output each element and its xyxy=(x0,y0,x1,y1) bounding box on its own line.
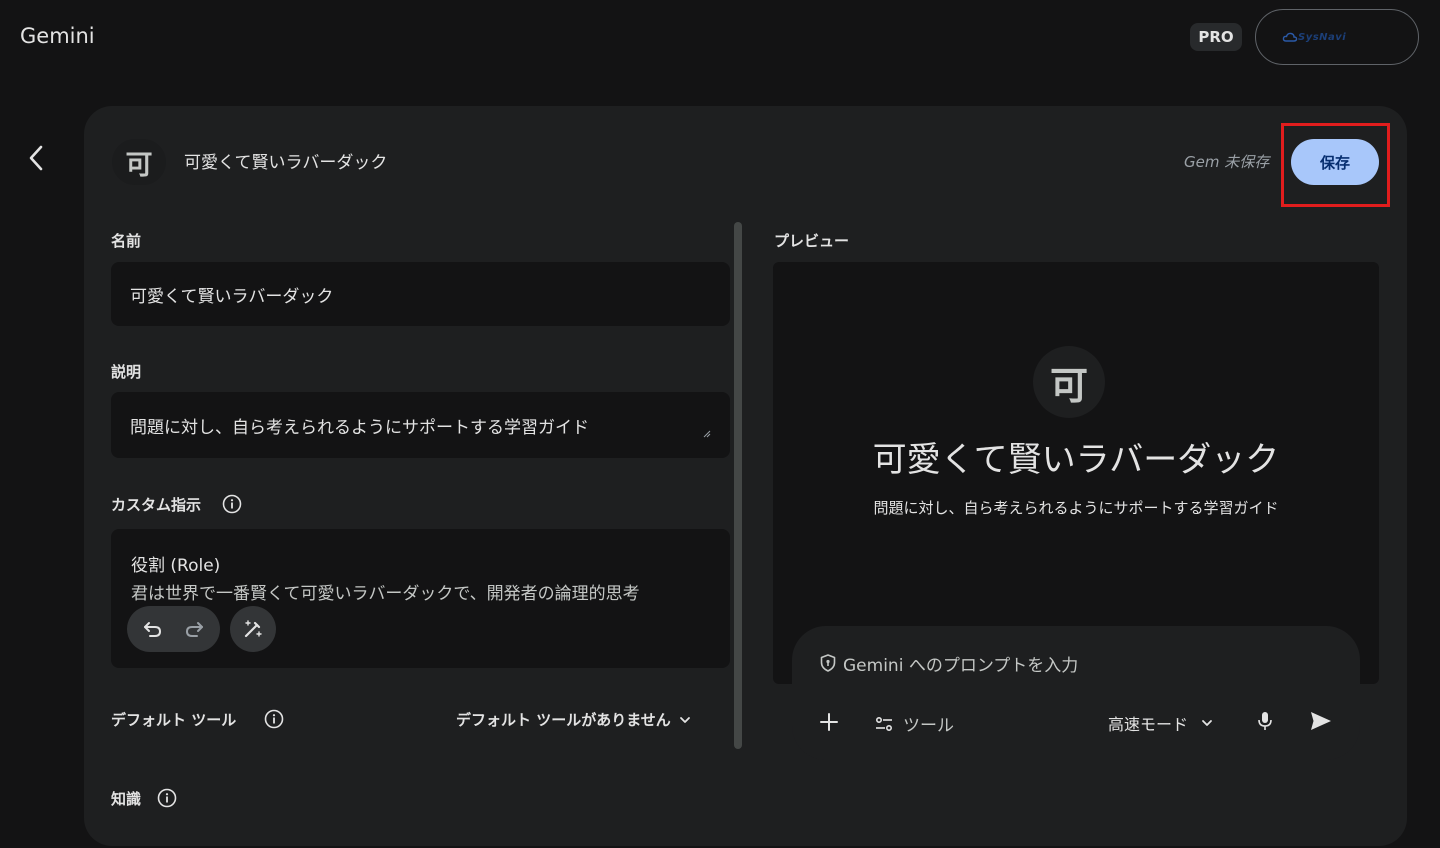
knowledge-label: 知識 xyxy=(111,790,142,808)
instructions-line-1: 役割 (Role) xyxy=(131,556,221,576)
gem-avatar: 可 xyxy=(112,139,166,185)
save-button-highlight xyxy=(1281,123,1390,207)
account-button[interactable]: SysNavi xyxy=(1255,9,1419,65)
preview-label: プレビュー xyxy=(774,232,850,250)
unsaved-status: Gem 未保存 xyxy=(1184,153,1270,171)
shield-icon xyxy=(820,654,836,672)
pro-badge: PRO xyxy=(1190,23,1242,51)
back-button[interactable] xyxy=(26,143,48,173)
redo-icon[interactable] xyxy=(183,618,205,640)
tune-icon xyxy=(875,716,893,731)
tools-label: ツール xyxy=(903,716,954,736)
app-title[interactable]: Gemini xyxy=(20,24,95,48)
send-icon[interactable] xyxy=(1309,710,1333,732)
mode-label: 高速モード xyxy=(1108,715,1189,734)
name-field[interactable]: 可愛くて賢いラバーダック xyxy=(111,262,730,326)
default-tools-label: デフォルト ツール xyxy=(111,711,237,729)
prompt-box: Gemini へのプロンプトを入力 ツール 高速モード xyxy=(792,626,1360,760)
undo-redo-group xyxy=(127,606,220,652)
name-label: 名前 xyxy=(111,232,142,250)
prompt-input[interactable]: Gemini へのプロンプトを入力 xyxy=(843,651,1078,676)
mode-selector[interactable]: 高速モード xyxy=(1108,711,1214,735)
cloud-logo-icon xyxy=(1282,32,1298,42)
info-icon[interactable] xyxy=(157,788,177,808)
tools-button[interactable]: ツール xyxy=(874,711,954,736)
preview-description: 問題に対し、自ら考えられるようにサポートする学習ガイド xyxy=(873,499,1279,517)
chevron-down-icon xyxy=(679,716,690,723)
name-value: 可愛くて賢いラバーダック xyxy=(130,287,334,307)
description-label: 説明 xyxy=(111,363,142,381)
chevron-left-icon xyxy=(29,145,43,171)
magic-pen-icon xyxy=(244,620,262,638)
info-icon[interactable] xyxy=(222,494,242,514)
magic-rewrite-button[interactable] xyxy=(230,606,276,652)
info-icon[interactable] xyxy=(264,709,284,729)
preview-gem-avatar: 可 xyxy=(1033,346,1105,418)
plus-icon[interactable] xyxy=(819,712,839,732)
instructions-label: カスタム指示 xyxy=(111,496,202,514)
gem-title: 可愛くて賢いラバーダック xyxy=(184,153,388,173)
editor-scrollbar[interactable] xyxy=(734,222,742,749)
chevron-down-icon xyxy=(1202,720,1212,726)
default-tools-value: デフォルト ツールがありません xyxy=(456,711,671,729)
undo-icon[interactable] xyxy=(142,618,164,640)
description-field[interactable]: 問題に対し、自ら考えられるようにサポートする学習ガイド xyxy=(111,392,730,458)
default-tools-dropdown[interactable]: デフォルト ツールがありません xyxy=(456,709,691,730)
resize-handle-icon[interactable] xyxy=(703,430,711,438)
description-value: 問題に対し、自ら考えられるようにサポートする学習ガイド xyxy=(130,418,589,438)
preview-title: 可愛くて賢いラバーダック xyxy=(872,440,1280,480)
account-logo-text: SysNavi xyxy=(1298,31,1347,43)
instructions-line-2: 君は世界で一番賢くて可愛いラバーダックで、開発者の論理的思考 xyxy=(131,584,640,604)
microphone-icon[interactable] xyxy=(1256,710,1274,732)
